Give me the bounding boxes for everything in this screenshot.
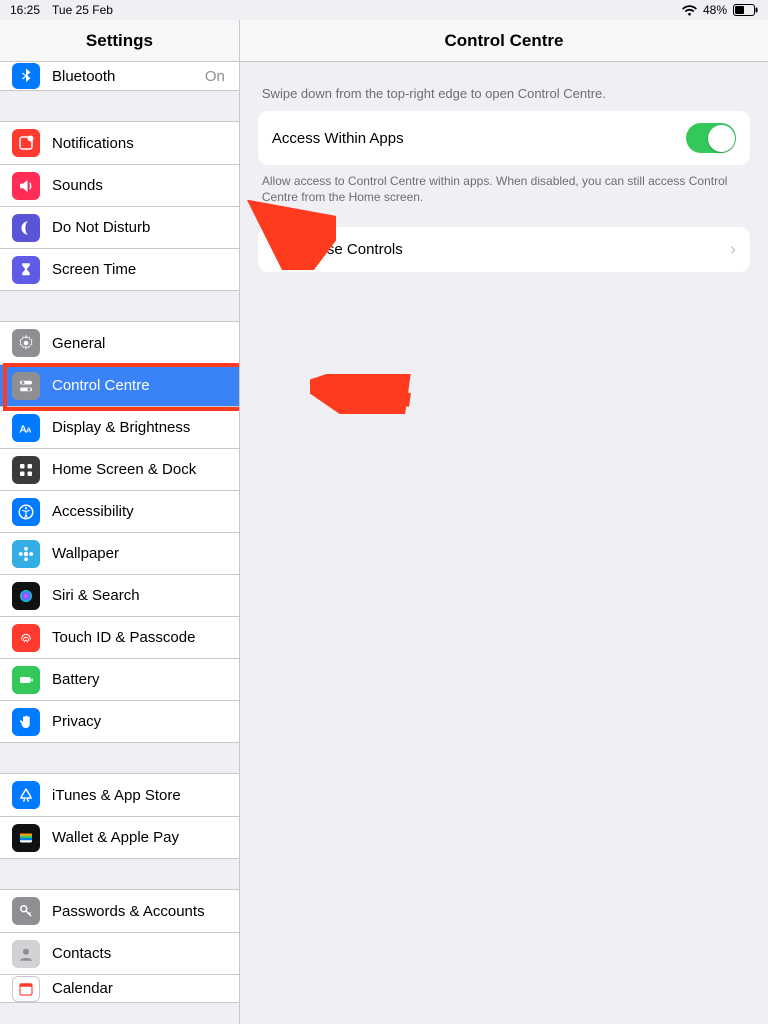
sidebar-item-label: Privacy <box>52 713 239 730</box>
status-bar: 16:25 Tue 25 Feb 48% <box>0 0 768 20</box>
sidebar-item-label: Sounds <box>52 177 239 194</box>
sidebar-item-privacy[interactable]: Privacy <box>0 700 239 742</box>
detail-title: Control Centre <box>240 20 768 62</box>
key-icon <box>12 897 40 925</box>
sidebar-item-sounds[interactable]: Sounds <box>0 164 239 206</box>
sidebar-item-label: Battery <box>52 671 239 688</box>
access-within-apps-toggle[interactable] <box>686 123 736 153</box>
notifications-icon <box>12 129 40 157</box>
sidebar-item-notifications[interactable]: Notifications <box>0 122 239 164</box>
sidebar-item-siri[interactable]: Siri & Search <box>0 574 239 616</box>
access-within-apps-card: Access Within Apps <box>258 111 750 165</box>
sidebar-item-label: General <box>52 335 239 352</box>
flower-icon <box>12 540 40 568</box>
detail-pane: Control Centre Swipe down from the top-r… <box>240 20 768 1024</box>
text-size-icon: AA <box>12 414 40 442</box>
sidebar-item-touch-id[interactable]: Touch ID & Passcode <box>0 616 239 658</box>
sounds-icon <box>12 172 40 200</box>
gear-icon <box>12 329 40 357</box>
sidebar-item-label: Display & Brightness <box>52 419 239 436</box>
sidebar-item-label: Do Not Disturb <box>52 219 239 236</box>
bluetooth-icon <box>12 63 40 89</box>
sidebar-item-label: Bluetooth <box>52 68 205 85</box>
sidebar-item-label: iTunes & App Store <box>52 787 239 804</box>
hourglass-icon <box>12 256 40 284</box>
sidebar-item-label: Calendar <box>52 980 239 997</box>
sidebar-item-display[interactable]: AA Display & Brightness <box>0 406 239 448</box>
grid-icon <box>12 456 40 484</box>
sidebar-item-label: Passwords & Accounts <box>52 903 239 920</box>
sidebar-item-label: Screen Time <box>52 261 239 278</box>
status-date: Tue 25 Feb <box>52 3 113 17</box>
sidebar-item-label: Wallet & Apple Pay <box>52 829 239 846</box>
hand-icon <box>12 708 40 736</box>
sidebar-item-label: Touch ID & Passcode <box>52 629 239 646</box>
sidebar-group: Passwords & Accounts Contacts Calendar <box>0 889 239 1003</box>
siri-icon <box>12 582 40 610</box>
status-time: 16:25 <box>10 3 40 17</box>
customise-controls-label: Customise Controls <box>272 241 403 258</box>
sidebar-item-value: On <box>205 68 239 85</box>
sidebar-group: iTunes & App Store Wallet & Apple Pay <box>0 773 239 859</box>
sidebar-group: Bluetooth On <box>0 62 239 91</box>
battery-icon <box>12 666 40 694</box>
access-within-apps-label: Access Within Apps <box>272 130 404 147</box>
sidebar-item-label: Control Centre <box>52 377 239 394</box>
customise-controls-card: Customise Controls › <box>258 227 750 272</box>
sidebar-item-accessibility[interactable]: Accessibility <box>0 490 239 532</box>
sidebar-item-calendar[interactable]: Calendar <box>0 974 239 1002</box>
appstore-icon <box>12 781 40 809</box>
sidebar-item-bluetooth[interactable]: Bluetooth On <box>0 62 239 90</box>
sidebar-item-wallpaper[interactable]: Wallpaper <box>0 532 239 574</box>
sidebar-item-contacts[interactable]: Contacts <box>0 932 239 974</box>
contacts-icon <box>12 940 40 968</box>
wifi-icon <box>682 5 697 16</box>
sidebar-item-home-screen[interactable]: Home Screen & Dock <box>0 448 239 490</box>
sidebar-group: General Control Centre AA Display & Brig… <box>0 321 239 743</box>
fingerprint-icon <box>12 624 40 652</box>
battery-icon <box>733 4 758 16</box>
access-footer-text: Allow access to Control Centre within ap… <box>258 165 750 205</box>
access-within-apps-row[interactable]: Access Within Apps <box>258 111 750 165</box>
wallet-icon <box>12 824 40 852</box>
sidebar-item-screen-time[interactable]: Screen Time <box>0 248 239 290</box>
sidebar-item-app-store[interactable]: iTunes & App Store <box>0 774 239 816</box>
settings-sidebar: Settings Bluetooth On Notificat <box>0 20 240 1024</box>
accessibility-icon <box>12 498 40 526</box>
sidebar-group: Notifications Sounds Do Not Disturb <box>0 121 239 291</box>
customise-controls-row[interactable]: Customise Controls › <box>258 227 750 272</box>
sidebar-title: Settings <box>0 20 239 62</box>
sidebar-item-battery[interactable]: Battery <box>0 658 239 700</box>
chevron-right-icon: › <box>730 239 736 260</box>
moon-icon <box>12 214 40 242</box>
status-battery-pct: 48% <box>703 3 727 17</box>
sidebar-item-label: Contacts <box>52 945 239 962</box>
sidebar-item-label: Notifications <box>52 135 239 152</box>
sidebar-item-label: Siri & Search <box>52 587 239 604</box>
toggles-icon <box>12 372 40 400</box>
svg-text:A: A <box>26 425 32 434</box>
calendar-icon <box>12 976 40 1002</box>
sidebar-item-label: Wallpaper <box>52 545 239 562</box>
sidebar-item-label: Home Screen & Dock <box>52 461 239 478</box>
sidebar-item-label: Accessibility <box>52 503 239 520</box>
sidebar-item-passwords[interactable]: Passwords & Accounts <box>0 890 239 932</box>
detail-intro-text: Swipe down from the top-right edge to op… <box>258 62 750 111</box>
sidebar-item-dnd[interactable]: Do Not Disturb <box>0 206 239 248</box>
sidebar-item-general[interactable]: General <box>0 322 239 364</box>
sidebar-item-wallet[interactable]: Wallet & Apple Pay <box>0 816 239 858</box>
sidebar-item-control-centre[interactable]: Control Centre <box>0 364 239 406</box>
